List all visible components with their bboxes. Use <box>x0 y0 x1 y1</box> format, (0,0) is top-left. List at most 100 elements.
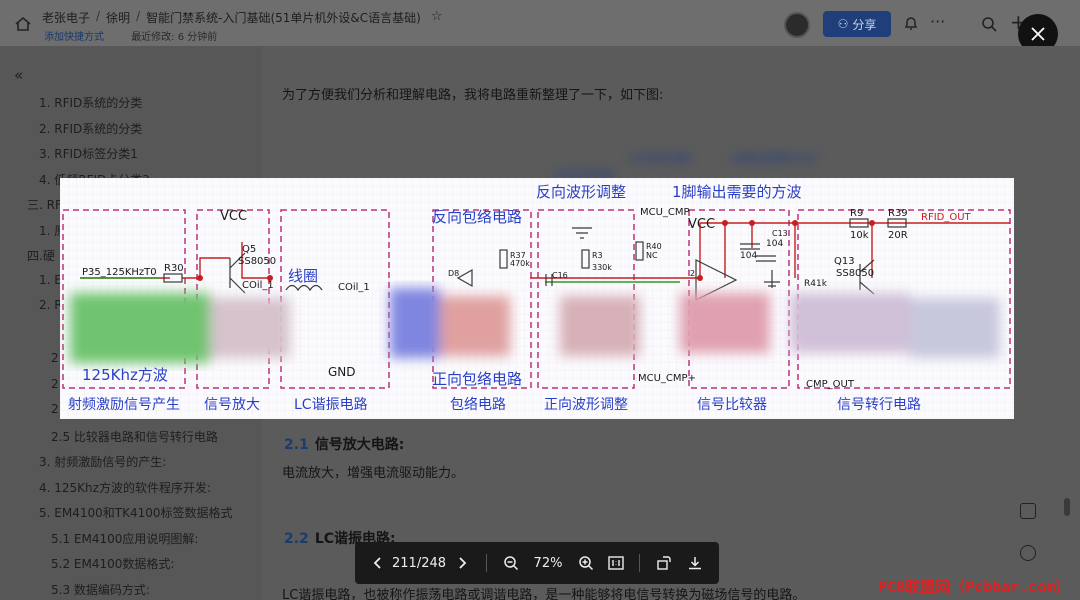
avatar[interactable] <box>784 12 810 38</box>
label-q13: Q13 <box>834 256 855 267</box>
label-r41: R41k <box>804 279 828 289</box>
zoom-in-button[interactable] <box>574 542 598 584</box>
image-viewer-toolbar: 211/248 72% <box>355 542 719 584</box>
chevron-right-icon <box>459 557 467 569</box>
label-coil2: COil_1 <box>338 282 370 293</box>
more-icon[interactable]: ··· <box>930 12 945 31</box>
blur-patch <box>680 293 770 353</box>
next-page-button[interactable] <box>451 542 473 584</box>
outline-item[interactable]: 1. RFID系统的分类 <box>39 94 142 111</box>
section-paragraph: LC谐振电路，也被称作振荡电路或调谐电路，是一种能够将电信号转换为磁场信号的电路… <box>282 588 806 600</box>
share-button[interactable]: ⚇ 分享 <box>823 11 891 37</box>
wire-junction <box>869 220 875 226</box>
section-title: 信号放大电路: <box>314 437 405 453</box>
doc-tools-icon[interactable] <box>1020 503 1036 519</box>
zoom-out-icon <box>504 556 519 571</box>
blur-patch <box>70 293 210 363</box>
label-c104a: 104 <box>740 251 757 261</box>
intro-paragraph: 为了方便我们分析和理解电路，我将电路重新整理了一下，如下图: <box>282 88 664 103</box>
circuit-title: 线圈 <box>288 267 318 285</box>
share-label: 分享 <box>852 17 877 32</box>
circuit-title: 反向波形调整 <box>536 183 626 201</box>
outline-item[interactable]: 5.2 EM4100数据格式: <box>51 555 174 572</box>
label-mcu-cmp-plus: MCU_CMP+ <box>638 373 696 384</box>
label-r39-val: 20R <box>888 230 908 241</box>
breadcrumb-item-folder[interactable]: 徐明 <box>106 9 130 26</box>
wire-junction <box>197 275 203 281</box>
blur-patch <box>210 298 290 358</box>
block-label: LC谐振电路 <box>294 397 368 413</box>
circuit-image-preview[interactable]: 反向波形调整 1脚输出需要的方波 反向包络电路 线圈 正向包络电路 125Khz… <box>60 178 1014 419</box>
actual-size-button[interactable] <box>604 542 628 584</box>
document-header: 老张电子 / 徐明 / 智能门禁系统-入门基础(51单片机外设&C语言基础) ☆… <box>0 0 1080 46</box>
label-r39: R39 <box>888 208 908 219</box>
outline-item[interactable]: 5.1 EM4100应用说明图解: <box>51 530 198 547</box>
home-icon[interactable] <box>14 15 32 33</box>
outline-item[interactable]: 2 <box>51 402 59 416</box>
label-d8: D8 <box>448 269 459 278</box>
bg-caption: 1脚输出需要的方波 <box>730 154 817 165</box>
page-indicator: 211/248 <box>392 555 447 571</box>
blur-patch <box>790 293 910 353</box>
breadcrumb-separator: / <box>96 9 101 23</box>
blur-patch <box>560 296 640 356</box>
label-coil: COil_1 <box>242 280 274 291</box>
outline-item[interactable]: 3. 射频激励信号的产生: <box>39 453 166 470</box>
scrollbar[interactable] <box>1064 498 1070 516</box>
star-icon[interactable]: ☆ <box>431 9 443 26</box>
outline-item[interactable]: 2.5 比较器电路和信号转行电路 <box>51 428 218 445</box>
outline-item[interactable]: 5.3 数据编码方式: <box>51 581 150 598</box>
outline-item[interactable]: 2 <box>51 377 59 391</box>
blur-patch <box>910 298 1000 358</box>
zoom-out-button[interactable] <box>499 542 523 584</box>
block-label: 信号转行电路 <box>837 397 921 413</box>
collapse-sidebar-icon[interactable]: « <box>14 66 23 84</box>
breadcrumb-separator: / <box>136 9 141 23</box>
download-button[interactable] <box>683 542 707 584</box>
label-c16: C16 <box>552 271 568 280</box>
outline-item[interactable]: 5. EM4100和TK4100标签数据格式 <box>39 504 232 521</box>
help-icon[interactable] <box>1020 545 1036 561</box>
close-icon <box>1031 27 1045 41</box>
add-shortcut-link[interactable]: 添加快捷方式 <box>44 32 104 43</box>
circuit-diagram: 反向波形调整 1脚输出需要的方波 反向包络电路 线圈 正向包络电路 125Khz… <box>60 178 1014 419</box>
circuit-title: 正向包络电路 <box>432 370 522 388</box>
label-r9-val: 10k <box>850 230 869 241</box>
label-r37-val: 470k <box>510 259 530 268</box>
label-pin2: 2 <box>690 269 695 278</box>
section-paragraph: 电流放大，增强电流驱动能力。 <box>282 466 465 481</box>
outline-item[interactable]: 3. RFID标签分类1 <box>39 145 138 162</box>
outline-item[interactable]: 四.硬 <box>27 247 55 264</box>
block-label: 射频激励信号产生 <box>68 396 180 413</box>
breadcrumb-item-doc[interactable]: 智能门禁系统-入门基础(51单片机外设&C语言基础) <box>146 9 421 26</box>
label-c13: C13 <box>772 229 788 238</box>
search-icon[interactable] <box>980 15 998 33</box>
blur-patch <box>390 288 440 358</box>
label-c104b: 104 <box>766 239 783 249</box>
breadcrumb-item-space[interactable]: 老张电子 <box>42 9 90 26</box>
label-vcc2: VCC <box>688 217 715 232</box>
zoom-in-icon <box>579 556 594 571</box>
rotate-button[interactable] <box>652 542 676 584</box>
label-r40-val: NC <box>646 251 658 260</box>
wire-junction <box>722 220 728 226</box>
label-q5: Q5 <box>242 244 256 255</box>
bell-icon[interactable] <box>902 14 920 32</box>
rotate-icon <box>657 556 671 570</box>
download-icon <box>689 557 701 570</box>
watermark: PCB联盟网（Pcbbar.com） <box>878 578 1071 596</box>
outline-item[interactable]: 2 <box>51 351 59 365</box>
label-gnd: GND <box>328 365 356 379</box>
block-label: 包络电路 <box>450 397 506 413</box>
toolbar-divider <box>639 554 640 572</box>
outline-item[interactable]: 2. RFID系统的分类 <box>39 120 142 137</box>
block-label: 信号比较器 <box>697 397 767 413</box>
toolbar-divider <box>486 554 487 572</box>
section-heading-signal-amp: 2.1 信号放大电路: <box>284 434 404 454</box>
last-modified: 最近修改: 6 分钟前 <box>131 32 218 43</box>
prev-page-button[interactable] <box>365 542 391 584</box>
outline-item[interactable]: 1. E <box>39 273 62 287</box>
block-label: 正向波形调整 <box>544 397 628 413</box>
label-q5-part: SS8050 <box>238 256 276 267</box>
outline-item[interactable]: 4. 125Khz方波的软件程序开发: <box>39 479 211 496</box>
